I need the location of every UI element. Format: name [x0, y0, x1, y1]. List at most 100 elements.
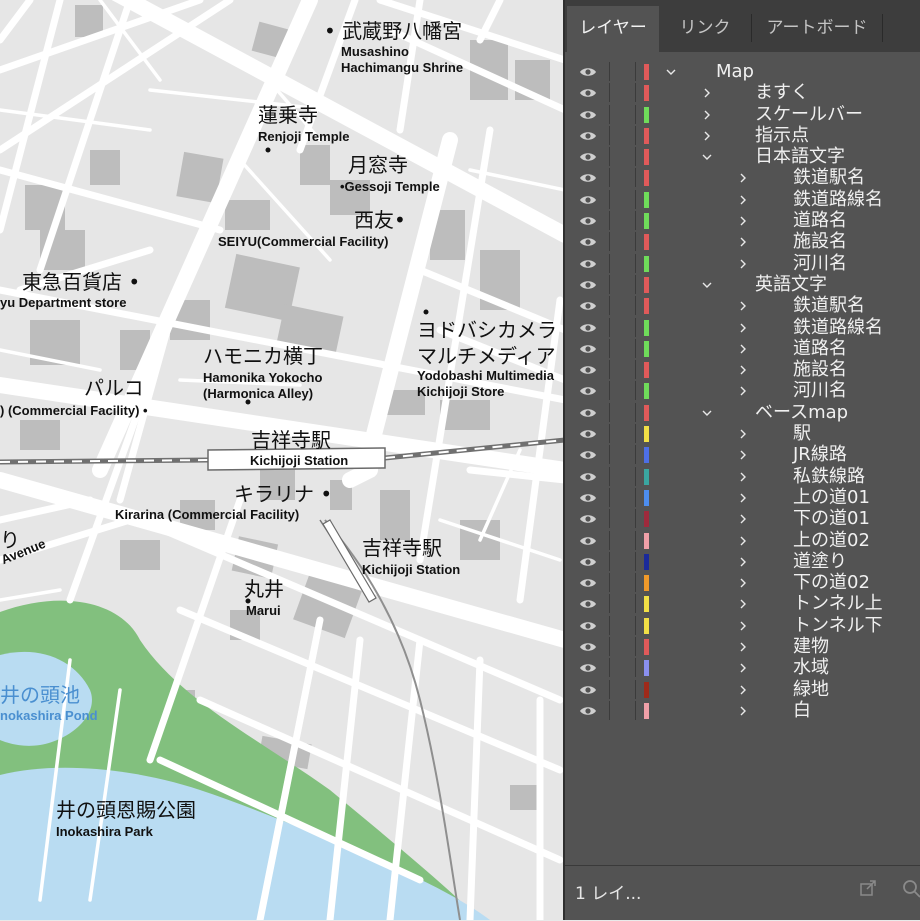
visibility-eye-icon[interactable]	[579, 300, 597, 312]
tab-layers[interactable]: レイヤー	[567, 6, 659, 52]
layer-row[interactable]: 河川名	[565, 380, 920, 401]
visibility-eye-icon[interactable]	[579, 705, 597, 717]
layer-row[interactable]: 上の道01	[565, 487, 920, 508]
chevron-right-icon[interactable]	[737, 360, 749, 380]
chevron-right-icon[interactable]	[737, 531, 749, 551]
visibility-eye-icon[interactable]	[579, 556, 597, 568]
layer-row[interactable]: 道路名	[565, 210, 920, 231]
visibility-eye-icon[interactable]	[579, 215, 597, 227]
layer-row[interactable]: トンネル上	[565, 593, 920, 614]
layer-row[interactable]: 水域	[565, 657, 920, 678]
visibility-eye-icon[interactable]	[579, 385, 597, 397]
visibility-eye-icon[interactable]	[579, 684, 597, 696]
visibility-eye-icon[interactable]	[579, 236, 597, 248]
chevron-right-icon[interactable]	[737, 232, 749, 252]
layer-row[interactable]: 日本語文字	[565, 146, 920, 167]
visibility-eye-icon[interactable]	[579, 577, 597, 589]
visibility-eye-icon[interactable]	[579, 535, 597, 547]
visibility-eye-icon[interactable]	[579, 364, 597, 376]
layer-row[interactable]: ベースmap	[565, 402, 920, 423]
layer-row[interactable]: 英語文字	[565, 274, 920, 295]
layer-row[interactable]: 施設名	[565, 231, 920, 252]
chevron-down-icon[interactable]	[701, 275, 713, 295]
chevron-right-icon[interactable]	[737, 296, 749, 316]
chevron-right-icon[interactable]	[701, 105, 713, 125]
tab-artboards[interactable]: アートボード	[752, 6, 882, 52]
layer-row[interactable]: JR線路	[565, 444, 920, 465]
visibility-eye-icon[interactable]	[579, 172, 597, 184]
layer-row[interactable]: 建物	[565, 636, 920, 657]
visibility-eye-icon[interactable]	[579, 130, 597, 142]
chevron-right-icon[interactable]	[737, 701, 749, 721]
visibility-eye-icon[interactable]	[579, 279, 597, 291]
visibility-eye-icon[interactable]	[579, 620, 597, 632]
layer-row[interactable]: 緑地	[565, 679, 920, 700]
chevron-right-icon[interactable]	[737, 211, 749, 231]
layer-color-swatch	[644, 213, 649, 230]
layer-row[interactable]: Map	[565, 61, 920, 82]
visibility-eye-icon[interactable]	[579, 428, 597, 440]
chevron-right-icon[interactable]	[737, 168, 749, 188]
layer-row[interactable]: 下の道02	[565, 572, 920, 593]
search-icon[interactable]	[901, 878, 920, 898]
layer-row[interactable]: 鉄道駅名	[565, 295, 920, 316]
chevron-down-icon[interactable]	[701, 403, 713, 423]
visibility-eye-icon[interactable]	[579, 87, 597, 99]
layer-row[interactable]: スケールバー	[565, 104, 920, 125]
visibility-eye-icon[interactable]	[579, 662, 597, 674]
visibility-eye-icon[interactable]	[579, 513, 597, 525]
layer-row[interactable]: 駅	[565, 423, 920, 444]
chevron-right-icon[interactable]	[737, 573, 749, 593]
layer-row[interactable]: 私鉄線路	[565, 466, 920, 487]
map-label-marui-ja: 丸井	[244, 577, 284, 601]
layer-row[interactable]: 鉄道路線名	[565, 317, 920, 338]
chevron-right-icon[interactable]	[737, 318, 749, 338]
export-icon[interactable]	[858, 878, 878, 898]
layer-row[interactable]: 鉄道駅名	[565, 167, 920, 188]
chevron-right-icon[interactable]	[737, 594, 749, 614]
chevron-right-icon[interactable]	[737, 488, 749, 508]
chevron-right-icon[interactable]	[737, 680, 749, 700]
chevron-right-icon[interactable]	[737, 190, 749, 210]
visibility-eye-icon[interactable]	[579, 492, 597, 504]
chevron-right-icon[interactable]	[737, 467, 749, 487]
visibility-eye-icon[interactable]	[579, 258, 597, 270]
visibility-eye-icon[interactable]	[579, 407, 597, 419]
visibility-eye-icon[interactable]	[579, 151, 597, 163]
chevron-right-icon[interactable]	[737, 552, 749, 572]
visibility-eye-icon[interactable]	[579, 109, 597, 121]
visibility-eye-icon[interactable]	[579, 641, 597, 653]
layer-row[interactable]: 河川名	[565, 253, 920, 274]
chevron-right-icon[interactable]	[737, 254, 749, 274]
chevron-right-icon[interactable]	[737, 381, 749, 401]
layer-row[interactable]: ますく	[565, 82, 920, 103]
layer-row[interactable]: 下の道01	[565, 508, 920, 529]
visibility-eye-icon[interactable]	[579, 194, 597, 206]
visibility-eye-icon[interactable]	[579, 449, 597, 461]
chevron-right-icon[interactable]	[737, 424, 749, 444]
tab-links[interactable]: リンク	[659, 6, 751, 52]
chevron-down-icon[interactable]	[665, 62, 677, 82]
layer-row[interactable]: 鉄道路線名	[565, 189, 920, 210]
chevron-right-icon[interactable]	[737, 509, 749, 529]
layer-row[interactable]: 施設名	[565, 359, 920, 380]
layer-row[interactable]: 指示点	[565, 125, 920, 146]
chevron-right-icon[interactable]	[737, 658, 749, 678]
chevron-right-icon[interactable]	[737, 637, 749, 657]
visibility-eye-icon[interactable]	[579, 322, 597, 334]
layer-row[interactable]: 白	[565, 700, 920, 721]
visibility-eye-icon[interactable]	[579, 471, 597, 483]
visibility-eye-icon[interactable]	[579, 598, 597, 610]
chevron-right-icon[interactable]	[737, 445, 749, 465]
layer-row[interactable]: トンネル下	[565, 615, 920, 636]
chevron-right-icon[interactable]	[701, 83, 713, 103]
layer-row[interactable]: 道塗り	[565, 551, 920, 572]
chevron-right-icon[interactable]	[737, 339, 749, 359]
chevron-down-icon[interactable]	[701, 147, 713, 167]
layer-row[interactable]: 道路名	[565, 338, 920, 359]
chevron-right-icon[interactable]	[737, 616, 749, 636]
chevron-right-icon[interactable]	[701, 126, 713, 146]
layer-row[interactable]: 上の道02	[565, 530, 920, 551]
visibility-eye-icon[interactable]	[579, 343, 597, 355]
visibility-eye-icon[interactable]	[579, 66, 597, 78]
